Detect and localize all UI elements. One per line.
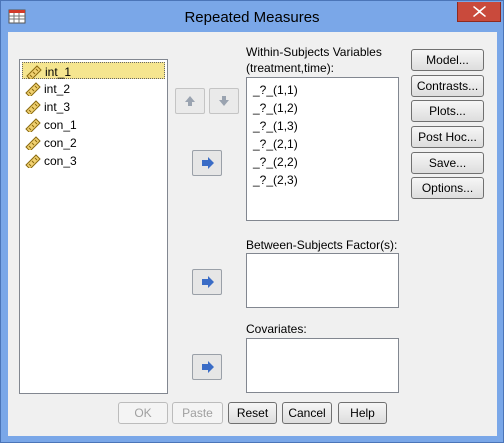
ok-button[interactable]: OK: [118, 402, 168, 424]
paste-button[interactable]: Paste: [172, 402, 223, 424]
variable-name: int_1: [45, 65, 72, 79]
title-bar[interactable]: Repeated Measures: [1, 1, 503, 32]
variable-name: int_3: [44, 100, 71, 114]
arrow-up-icon: [185, 96, 195, 106]
scale-variable-icon: [25, 118, 41, 132]
variable-item[interactable]: int_3: [22, 98, 165, 115]
close-icon: [473, 6, 486, 17]
scale-variable-icon: [25, 136, 41, 150]
arrow-right-icon: [202, 157, 214, 169]
variable-name: con_3: [44, 154, 77, 168]
window-title: Repeated Measures: [184, 9, 320, 26]
within-subjects-list[interactable]: _?_(1,1) _?_(1,2) _?_(1,3) _?_(2,1) _?_(…: [246, 77, 399, 221]
variable-item[interactable]: con_1: [22, 116, 165, 133]
model-button[interactable]: Model...: [411, 49, 484, 71]
move-down-button[interactable]: [209, 88, 239, 114]
plots-button[interactable]: Plots...: [411, 100, 484, 122]
within-slot[interactable]: _?_(1,1): [253, 83, 298, 97]
scale-variable-icon: [26, 65, 42, 79]
covariates-list[interactable]: [246, 338, 399, 393]
variable-name: int_2: [44, 82, 71, 96]
move-to-within-button[interactable]: [192, 150, 222, 176]
reset-button[interactable]: Reset: [228, 402, 277, 424]
move-up-button[interactable]: [175, 88, 205, 114]
options-button[interactable]: Options...: [411, 177, 484, 199]
move-to-between-button[interactable]: [192, 269, 222, 295]
within-subjects-sublabel: (treatment,time):: [246, 61, 335, 75]
between-subjects-list[interactable]: [246, 253, 399, 308]
move-to-covariates-button[interactable]: [192, 354, 222, 380]
between-subjects-label: Between-Subjects Factor(s):: [246, 238, 398, 252]
variable-item[interactable]: con_3: [22, 152, 165, 169]
variable-name: con_2: [44, 136, 77, 150]
variable-name: con_1: [44, 118, 77, 132]
variable-item[interactable]: int_1: [22, 62, 165, 79]
within-slot[interactable]: _?_(1,3): [253, 119, 298, 133]
close-button[interactable]: [457, 2, 501, 22]
post-hoc-button[interactable]: Post Hoc...: [411, 126, 484, 148]
save-button[interactable]: Save...: [411, 152, 484, 174]
within-slot[interactable]: _?_(1,2): [253, 101, 298, 115]
arrow-down-icon: [219, 96, 229, 106]
within-slot[interactable]: _?_(2,1): [253, 137, 298, 151]
arrow-right-icon: [202, 361, 214, 373]
variable-item[interactable]: int_2: [22, 80, 165, 97]
within-slot[interactable]: _?_(2,3): [253, 173, 298, 187]
within-slot[interactable]: _?_(2,2): [253, 155, 298, 169]
dialog-body: int_1 int_2 int_3 con_1 con_2 con_3 With…: [8, 32, 497, 436]
dialog-window: Repeated Measures int_1 int_2 int_3 con_…: [0, 0, 504, 443]
within-subjects-label: Within-Subjects Variables: [246, 45, 382, 59]
scale-variable-icon: [25, 154, 41, 168]
cancel-button[interactable]: Cancel: [282, 402, 332, 424]
scale-variable-icon: [25, 100, 41, 114]
help-button[interactable]: Help: [338, 402, 387, 424]
scale-variable-icon: [25, 82, 41, 96]
covariates-label: Covariates:: [246, 322, 307, 336]
arrow-right-icon: [202, 276, 214, 288]
source-variable-list[interactable]: int_1 int_2 int_3 con_1 con_2 con_3: [19, 59, 168, 394]
variable-item[interactable]: con_2: [22, 134, 165, 151]
contrasts-button[interactable]: Contrasts...: [411, 75, 484, 97]
